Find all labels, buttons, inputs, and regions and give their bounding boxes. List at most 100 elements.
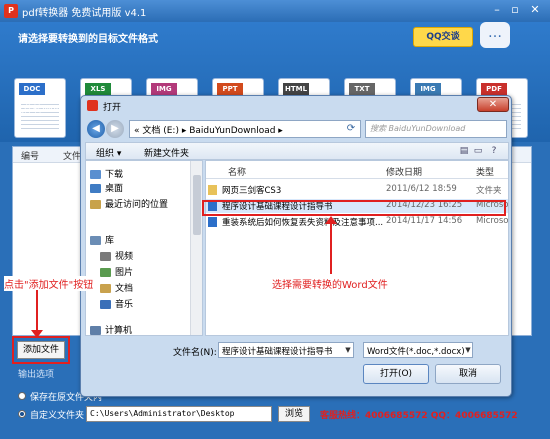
word-icon bbox=[208, 217, 217, 227]
output-path-input[interactable]: C:\Users\Administrator\Desktop bbox=[86, 406, 272, 422]
nav-label: 文档 bbox=[115, 284, 134, 294]
view-controls: ▤ ▭ ? bbox=[458, 144, 506, 158]
browse-button[interactable]: 浏览 bbox=[278, 406, 310, 422]
filename-label: 文件名(N): bbox=[173, 348, 217, 358]
qq-chat-button[interactable]: QQ交谈 bbox=[413, 27, 473, 47]
nav-label: 计算机 bbox=[105, 326, 133, 336]
dialog-nav-row: ◀ ▶ « 文档 (E:) ▸ BaiduYunDownload ▸ ⟳ 搜索 … bbox=[81, 116, 511, 142]
custom-folder-radio[interactable] bbox=[18, 410, 26, 418]
organize-menu[interactable]: 组织 ▾ bbox=[96, 146, 121, 159]
maximize-button[interactable]: ▫ bbox=[506, 2, 524, 18]
file-pane[interactable]: 名称 修改日期 类型 网页三剑客CS3 2011/6/12 18:59 文件夹 … bbox=[205, 160, 509, 336]
arrow-head-icon bbox=[31, 330, 43, 338]
download-icon bbox=[90, 170, 101, 179]
file-date: 2011/6/12 18:59 bbox=[386, 184, 457, 194]
file-type: Microsof bbox=[476, 216, 509, 226]
help-icon[interactable]: … bbox=[480, 22, 510, 48]
nav-item-library[interactable]: 库 bbox=[90, 233, 114, 247]
dialog-title: 打开 bbox=[103, 103, 122, 113]
nav-item-videos[interactable]: 视频 bbox=[100, 249, 133, 263]
add-file-highlight bbox=[12, 336, 70, 364]
filename-row: 文件名(N): 程序设计基础课程设计指导书 ▼ Word文件(*.doc,*.d… bbox=[81, 340, 511, 360]
service-hotline: 客服热线：4006685572 QQ：4006685572 bbox=[320, 411, 518, 421]
format-tag: PDF bbox=[481, 83, 507, 95]
arrow-head-icon bbox=[325, 216, 337, 224]
navigation-pane[interactable]: 下载 桌面 最近访问的位置 库 视频 图片 文档 音乐 计算机 bbox=[85, 160, 203, 336]
column-date[interactable]: 修改日期 bbox=[386, 165, 422, 178]
nav-item-recent[interactable]: 最近访问的位置 bbox=[90, 197, 168, 211]
nav-item-computer[interactable]: 计算机 bbox=[90, 323, 133, 336]
file-column-header: 名称 修改日期 类型 bbox=[206, 161, 508, 179]
nav-label: 库 bbox=[105, 236, 115, 246]
nav-label: 下载 bbox=[105, 170, 124, 180]
selected-file-highlight bbox=[202, 200, 506, 216]
cancel-button[interactable]: 取消 bbox=[435, 364, 501, 384]
help-icon[interactable]: ? bbox=[488, 145, 500, 157]
close-button[interactable]: ✕ bbox=[526, 2, 544, 18]
nav-item-documents[interactable]: 文档 bbox=[100, 281, 133, 295]
column-file[interactable]: 文件 bbox=[63, 149, 81, 162]
open-button[interactable]: 打开(O) bbox=[363, 364, 429, 384]
format-tag: XLS bbox=[85, 83, 111, 95]
chevron-down-icon[interactable]: ▼ bbox=[463, 343, 473, 357]
recent-icon bbox=[90, 200, 101, 209]
format-tag: DOC bbox=[19, 83, 45, 95]
dialog-toolbar: 组织 ▾ 新建文件夹 ▤ ▭ ? bbox=[85, 142, 509, 160]
search-input[interactable]: 搜索 BaiduYunDownload bbox=[365, 120, 507, 138]
dialog-titlebar: 打开 ✕ bbox=[81, 96, 511, 116]
preview-pane-icon[interactable]: ▭ bbox=[472, 145, 484, 157]
chevron-down-icon[interactable]: ▼ bbox=[343, 343, 353, 357]
column-name[interactable]: 名称 bbox=[228, 165, 246, 178]
dialog-app-icon bbox=[87, 100, 98, 111]
picture-icon bbox=[100, 268, 111, 277]
nav-label: 图片 bbox=[115, 268, 134, 278]
dialog-close-button[interactable]: ✕ bbox=[477, 97, 509, 112]
music-icon bbox=[100, 300, 111, 309]
file-date: 2014/11/17 14:56 bbox=[386, 216, 463, 226]
nav-label: 视频 bbox=[115, 252, 134, 262]
nav-scrollbar[interactable] bbox=[190, 161, 202, 335]
back-arrow-icon[interactable]: ◀ bbox=[87, 120, 105, 138]
desktop-icon bbox=[90, 184, 101, 193]
address-bar[interactable]: « 文档 (E:) ▸ BaiduYunDownload ▸ bbox=[129, 120, 361, 138]
annotation-arrow bbox=[36, 290, 38, 334]
file-row[interactable]: 重装系统后如何恢复丢失资料及注意事项... 2014/11/17 14:56 M… bbox=[206, 215, 508, 229]
annotation-add-file: 点击"添加文件"按钮 bbox=[4, 276, 94, 291]
computer-icon bbox=[90, 326, 101, 335]
file-type: 文件夹 bbox=[476, 186, 502, 196]
forward-arrow-icon[interactable]: ▶ bbox=[106, 120, 124, 138]
save-original-radio[interactable] bbox=[18, 392, 26, 400]
format-tag: TXT bbox=[349, 83, 375, 95]
nav-label: 最近访问的位置 bbox=[105, 200, 169, 210]
nav-item-music[interactable]: 音乐 bbox=[100, 297, 133, 311]
format-tag: HTML bbox=[283, 83, 309, 95]
annotation-select-word: 选择需要转换的Word文件 bbox=[272, 276, 388, 291]
open-file-dialog: 打开 ✕ ◀ ▶ « 文档 (E:) ▸ BaiduYunDownload ▸ … bbox=[80, 95, 512, 397]
new-folder-button[interactable]: 新建文件夹 bbox=[144, 146, 189, 159]
nav-item-downloads[interactable]: 下载 bbox=[90, 167, 123, 181]
filename-input[interactable]: 程序设计基础课程设计指导书 bbox=[218, 342, 354, 358]
refresh-icon[interactable]: ⟳ bbox=[343, 121, 359, 137]
folder-icon bbox=[208, 185, 217, 195]
nav-item-pictures[interactable]: 图片 bbox=[100, 265, 133, 279]
annotation-arrow bbox=[330, 220, 332, 274]
custom-folder-label: 自定义文件夹 bbox=[30, 411, 85, 421]
format-tag: IMG bbox=[151, 83, 177, 95]
library-icon bbox=[90, 236, 101, 245]
minimize-button[interactable]: – bbox=[488, 2, 506, 18]
nav-label: 桌面 bbox=[105, 184, 124, 194]
column-type[interactable]: 类型 bbox=[476, 165, 494, 178]
format-tag: PPT bbox=[217, 83, 243, 95]
format-doc-label: 文件转Word bbox=[14, 105, 66, 115]
app-title: pdf转换器 免费试用版 v4.1 bbox=[22, 8, 147, 19]
file-row[interactable]: 网页三剑客CS3 2011/6/12 18:59 文件夹 bbox=[206, 183, 508, 197]
nav-scroll-thumb[interactable] bbox=[193, 175, 201, 235]
nav-item-desktop[interactable]: 桌面 bbox=[90, 181, 123, 195]
video-icon bbox=[100, 252, 111, 261]
file-name: 重装系统后如何恢复丢失资料及注意事项... bbox=[222, 218, 384, 228]
view-mode-icon[interactable]: ▤ bbox=[458, 145, 470, 157]
nav-label: 音乐 bbox=[115, 300, 134, 310]
app-titlebar: P pdf转换器 免费试用版 v4.1 – ▫ ✕ bbox=[0, 0, 550, 22]
column-number[interactable]: 编号 bbox=[21, 149, 39, 162]
filetype-select[interactable]: Word文件(*.doc,*.docx) bbox=[363, 342, 473, 358]
